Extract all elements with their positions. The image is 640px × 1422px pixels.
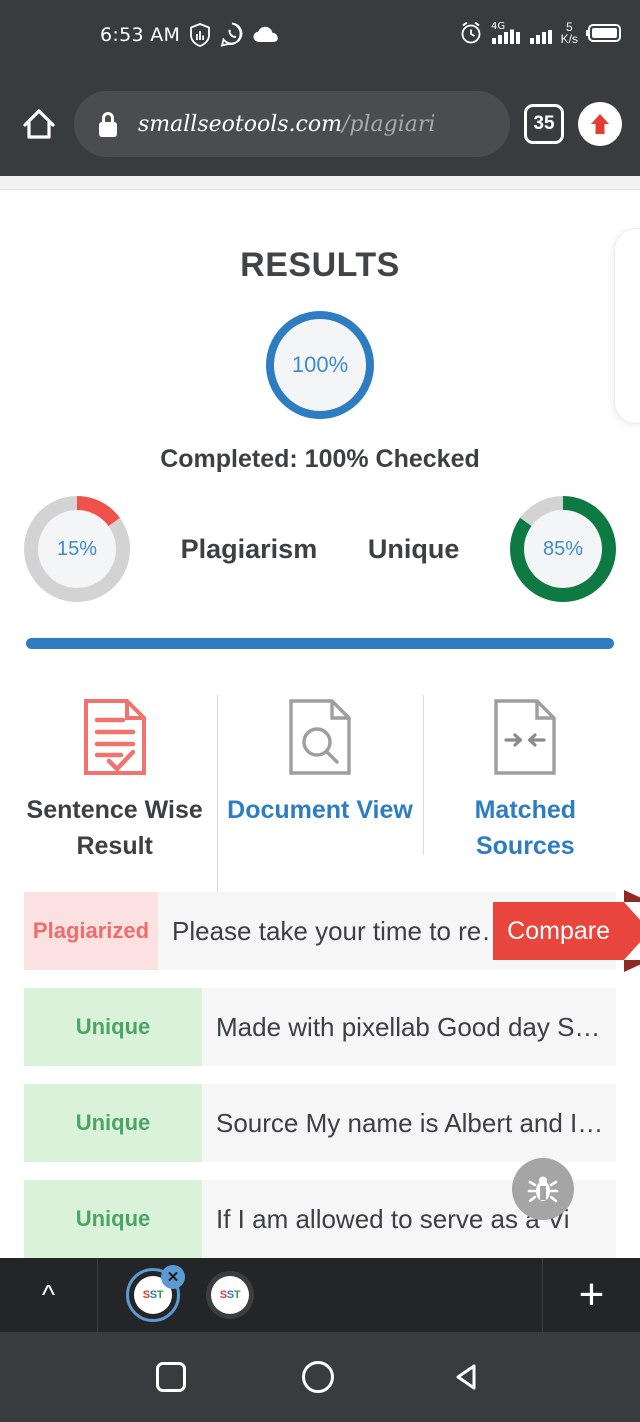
tab-count-label: 35 — [533, 113, 555, 134]
favicon-letter-t: T — [156, 1289, 164, 1301]
battery-icon — [586, 23, 621, 42]
bug-icon — [527, 1176, 559, 1203]
unique-donut-value: 85% — [524, 510, 602, 588]
square-icon[interactable] — [156, 1362, 186, 1392]
data-rate-unit: K/s — [560, 31, 578, 46]
whatsapp-icon — [220, 22, 243, 47]
svg-text:4G: 4G — [491, 21, 505, 32]
close-icon[interactable]: ✕ — [161, 1265, 185, 1289]
page-title: RESULTS — [240, 246, 400, 284]
status-time: 6:53 AM — [100, 23, 181, 46]
document-arrows-icon — [429, 693, 622, 781]
home-icon[interactable] — [18, 103, 60, 145]
completed-status-text: Completed: 100% Checked — [160, 445, 480, 473]
triangle-back-icon[interactable] — [450, 1360, 484, 1394]
web-page-content: RESULTS 100% Completed: 100% Checked 15%… — [0, 176, 640, 1258]
table-row[interactable]: Unique Source My name is Albert and I… — [24, 1084, 616, 1162]
status-bar-right: 4G 5 K/s — [459, 20, 622, 45]
plagiarism-donut: 15% — [24, 496, 130, 602]
bug-report-button[interactable] — [512, 1158, 574, 1220]
table-row[interactable]: Unique Made with pixellab Good day S… — [24, 988, 616, 1066]
document-search-icon — [223, 693, 416, 781]
tab-thumbnails: SST ✕ SST — [98, 1265, 542, 1322]
signal-bars-icon: 4G — [491, 21, 520, 44]
status-bar-left: 6:53 AM — [100, 22, 279, 47]
row-status-badge: Plagiarized — [24, 892, 158, 970]
divider-bar — [26, 638, 614, 649]
favicon-letter-s2: S — [149, 1289, 157, 1301]
favicon-letter-s: S — [219, 1289, 227, 1301]
tab-sentence-wise-result[interactable]: Sentence Wise Result — [12, 693, 217, 864]
progress-circle: 100% — [266, 311, 374, 419]
tab-count-button[interactable]: 35 — [524, 104, 564, 144]
url-domain: smallseotools.com — [138, 111, 342, 137]
tab-document-view[interactable]: Document View — [217, 693, 422, 895]
shield-icon — [190, 22, 211, 47]
plagiarism-donut-value: 15% — [38, 510, 116, 588]
alarm-icon — [461, 21, 481, 44]
up-arrow-icon — [591, 114, 609, 134]
view-tabs: Sentence Wise Result Document View Match… — [0, 693, 640, 895]
status-bar: 6:53 AM 4G 5 K/s — [0, 0, 640, 72]
row-sentence-text: Source My name is Albert and I… — [216, 1107, 604, 1138]
ribbon-arrow-icon — [624, 902, 640, 960]
progress-percent-label: 100% — [291, 352, 349, 377]
data-rate-value: 5 — [565, 19, 573, 34]
page-top-strip — [0, 176, 640, 190]
tab-sentence-wise-result-label: Sentence Wise Result — [26, 796, 203, 860]
new-tab-button[interactable]: + — [542, 1258, 640, 1332]
compare-button-label: Compare — [493, 902, 624, 960]
url-path: /plagiari — [341, 111, 436, 137]
unique-label: Unique — [367, 533, 460, 564]
circle-icon[interactable] — [302, 1361, 334, 1393]
browser-tab-1[interactable]: SST ✕ — [126, 1265, 185, 1322]
ribbon-fold-bottom-icon — [624, 960, 640, 972]
tab-matched-sources-label: Matched Sources — [474, 796, 577, 860]
url-bar[interactable]: smallseotools.com/plagiari — [74, 91, 510, 157]
row-status-badge: Unique — [24, 1084, 202, 1162]
expand-tabs-button[interactable]: ^ — [0, 1258, 98, 1332]
data-rate-indicator: 5 K/s — [561, 21, 578, 45]
browser-toolbar: smallseotools.com/plagiari 35 — [0, 72, 640, 176]
compare-button[interactable]: Compare — [493, 890, 640, 972]
signal-bars-2-icon — [529, 30, 552, 44]
score-summary-row: 15% Plagiarism Unique 85% — [0, 496, 640, 602]
android-nav-bar — [0, 1332, 640, 1422]
document-check-icon — [18, 693, 211, 781]
tab-document-view-label: Document View — [227, 796, 413, 824]
offscreen-floating-card — [614, 228, 640, 424]
lock-icon — [99, 112, 117, 137]
cloud-icon — [253, 26, 279, 42]
ribbon-fold-top-icon — [624, 890, 640, 902]
favicon-letter-s2: S — [226, 1289, 234, 1301]
favicon-sst: SST — [211, 1276, 249, 1314]
url-text: smallseotools.com/plagiari — [138, 112, 435, 137]
plagiarism-label: Plagiarism — [180, 533, 318, 564]
browser-tab-2[interactable]: SST — [206, 1271, 254, 1319]
favicon-letter-t: T — [233, 1289, 241, 1301]
tab-matched-sources[interactable]: Matched Sources — [422, 693, 628, 864]
upload-button[interactable] — [578, 102, 622, 146]
plus-icon: + — [578, 1270, 605, 1319]
row-sentence-text: Made with pixellab Good day S… — [216, 1011, 601, 1042]
row-status-badge: Unique — [24, 988, 202, 1066]
unique-donut: 85% — [510, 496, 616, 602]
table-row[interactable]: Plagiarized Please take your time to re…… — [24, 890, 640, 972]
browser-tab-strip: ^ SST ✕ SST + — [0, 1258, 640, 1332]
chevron-up-icon: ^ — [41, 1279, 56, 1310]
favicon-letter-s: S — [142, 1289, 150, 1301]
row-status-badge: Unique — [24, 1180, 202, 1258]
